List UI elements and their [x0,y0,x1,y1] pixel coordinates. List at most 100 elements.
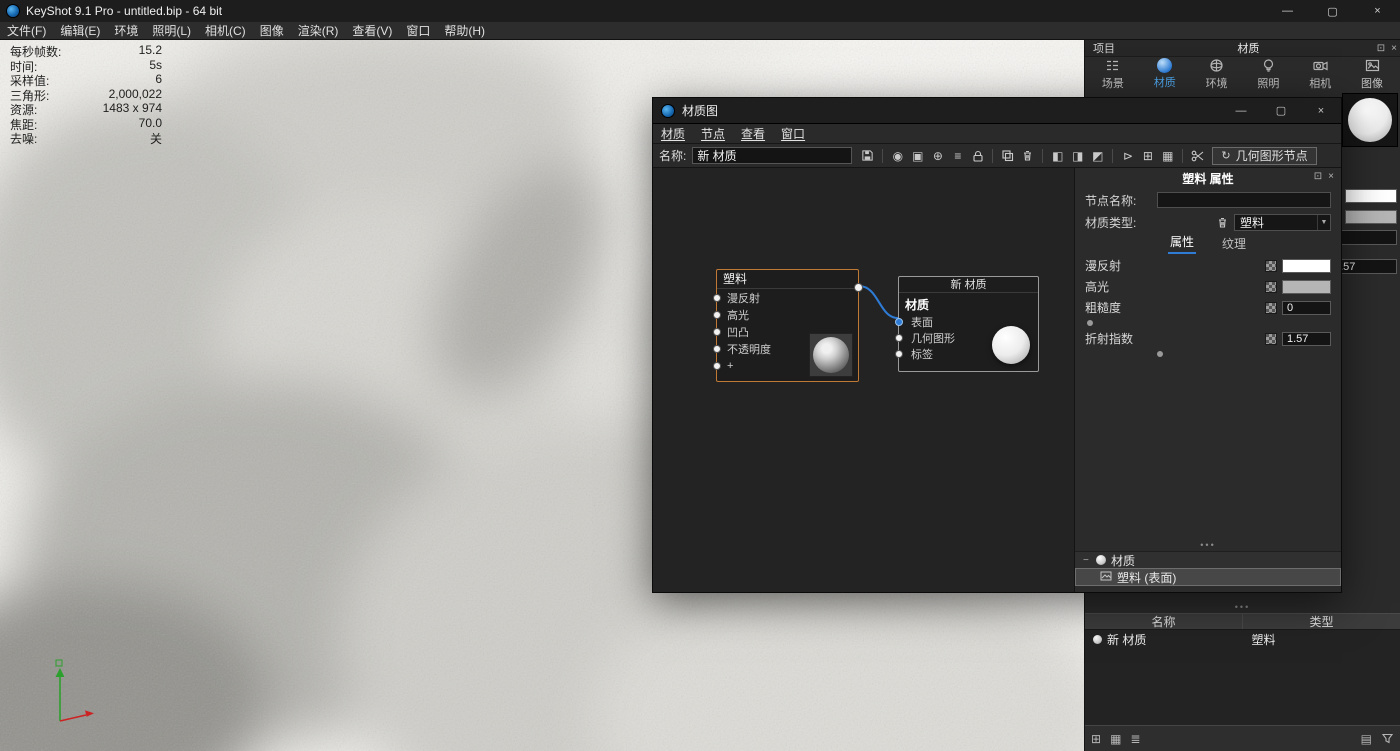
slider-handle[interactable] [1157,351,1163,357]
node-graph-canvas[interactable]: 塑料 漫反射 高光 凹凸 不透明度 + 新 材质 材质 表面 几何图形 [653,168,1074,592]
menu-window[interactable]: 窗口 [399,22,437,39]
texture-slot-icon[interactable] [1265,302,1277,314]
menu-image[interactable]: 图像 [253,22,291,39]
texture-slot-icon[interactable] [1265,281,1277,293]
tree-root-row[interactable]: − 材质 [1075,551,1341,568]
input-pin-icon[interactable] [713,362,721,370]
tab-properties[interactable]: 属性 [1168,233,1196,254]
lock-icon[interactable] [969,147,986,164]
project-close-icon[interactable]: × [1388,43,1400,54]
delete-material-icon[interactable] [1216,216,1229,229]
node-layout-b-icon[interactable]: ◨ [1069,147,1086,164]
column-type[interactable]: 类型 [1242,614,1400,629]
menu-edit[interactable]: 编辑(E) [53,22,107,39]
duplicate-icon[interactable] [999,147,1016,164]
tree-child-row[interactable]: 塑料 (表面) [1075,568,1341,586]
keyshot-app: KeyShot 9.1 Pro - untitled.bip - 64 bit … [0,0,1400,751]
splitter-handle[interactable]: ••• [1075,539,1341,551]
diffuse-color-swatch[interactable] [1282,259,1331,273]
material-ball-icon[interactable]: ◉ [889,147,906,164]
menu-view[interactable]: 查看(V) [345,22,399,39]
close-icon[interactable]: × [1325,171,1337,182]
menu-lighting[interactable]: 照明(L) [145,22,198,39]
tab-textures[interactable]: 纹理 [1220,235,1248,254]
tab-scene[interactable]: 场景 [1088,57,1137,91]
input-pin-icon[interactable] [895,350,903,358]
slider-handle[interactable] [1087,320,1093,326]
minimize-button[interactable]: — [1265,0,1310,22]
roughness-field[interactable]: 0 [1282,301,1331,315]
table-view-icon[interactable]: ▦ [1110,732,1121,746]
menu-camera[interactable]: 相机(C) [198,22,253,39]
tab-image[interactable]: 图像 [1348,57,1397,91]
input-pin-icon[interactable] [713,294,721,302]
output-pin-icon[interactable] [854,283,863,292]
update-preview-icon[interactable]: ⊕ [929,147,946,164]
plastic-node-preview [809,333,853,377]
material-root-node[interactable]: 新 材质 材质 表面 几何图形 标签 [898,276,1039,372]
pin-diffuse[interactable]: 漫反射 [717,289,858,306]
collapse-icon[interactable]: − [1083,555,1091,566]
scene-icon [1104,57,1121,74]
material-ball-icon [1093,635,1102,644]
geometry-node-button[interactable]: ↻ 几何图形节点 [1212,147,1316,165]
mg-minimize-button[interactable]: — [1221,98,1261,124]
ior-field[interactable]: 1.57 [1282,332,1331,346]
grid-view-icon[interactable]: ⊞ [1091,732,1101,746]
mg-menu-view[interactable]: 查看 [733,125,773,142]
material-type-select[interactable]: 塑料 ▼ [1234,214,1331,231]
diffuse-color-swatch[interactable] [1345,189,1397,203]
save-icon[interactable] [859,147,876,164]
node-layout-a-icon[interactable]: ◧ [1049,147,1066,164]
camera-icon [1312,57,1329,74]
roughness-slider[interactable] [1085,318,1331,328]
flow-direction-icon[interactable]: ⊳ [1119,147,1136,164]
material-name-input[interactable] [692,147,852,164]
levels-icon[interactable]: ≡ [949,147,966,164]
connected-pin-icon[interactable] [895,318,903,326]
list-view-icon[interactable]: ≣ [1130,732,1140,746]
tab-camera[interactable]: 相机 [1296,57,1345,91]
menu-environment[interactable]: 环境 [107,22,145,39]
menu-help[interactable]: 帮助(H) [437,22,492,39]
splitter-handle[interactable]: ••• [1085,601,1400,613]
mg-menu-node[interactable]: 节点 [693,125,733,142]
mg-menu-window[interactable]: 窗口 [773,125,813,142]
material-list-row[interactable]: 新 材质 塑料 [1085,630,1400,649]
texture-slot-icon[interactable] [1265,260,1277,272]
ior-slider[interactable] [1085,349,1331,359]
tab-environment[interactable]: 环境 [1192,57,1241,91]
environment-icon [1208,57,1225,74]
column-name[interactable]: 名称 [1085,614,1242,629]
material-graph-titlebar[interactable]: 材质图 — ▢ × [653,98,1341,124]
input-pin-icon[interactable] [713,345,721,353]
detach-icon[interactable]: ⊡ [1311,171,1325,182]
pin-specular[interactable]: 高光 [717,306,858,323]
node-name-input[interactable] [1157,192,1331,208]
project-detach-icon[interactable]: ⊡ [1374,43,1388,54]
menu-render[interactable]: 渲染(R) [291,22,346,39]
mg-close-button[interactable]: × [1301,98,1341,124]
input-pin-icon[interactable] [713,311,721,319]
specular-color-swatch[interactable] [1282,280,1331,294]
mg-maximize-button[interactable]: ▢ [1261,98,1301,124]
grid-snap-icon[interactable]: ⊞ [1139,147,1156,164]
close-button[interactable]: × [1355,0,1400,22]
specular-color-swatch[interactable] [1345,210,1397,224]
input-pin-icon[interactable] [895,334,903,342]
table-icon[interactable]: ▦ [1159,147,1176,164]
tab-material[interactable]: 材质 [1140,58,1189,90]
plastic-node[interactable]: 塑料 漫反射 高光 凹凸 不透明度 + [716,269,859,382]
maximize-button[interactable]: ▢ [1310,0,1355,22]
node-layout-c-icon[interactable]: ◩ [1089,147,1106,164]
mg-menu-material[interactable]: 材质 [653,125,693,142]
preview-panel-icon[interactable]: ▣ [909,147,926,164]
cut-connection-icon[interactable] [1189,147,1206,164]
folder-icon[interactable]: ▤ [1361,732,1372,746]
filter-icon[interactable] [1381,732,1394,745]
input-pin-icon[interactable] [713,328,721,336]
menu-file[interactable]: 文件(F) [0,22,53,39]
texture-slot-icon[interactable] [1265,333,1277,345]
delete-icon[interactable] [1019,147,1036,164]
tab-lighting[interactable]: 照明 [1244,57,1293,91]
